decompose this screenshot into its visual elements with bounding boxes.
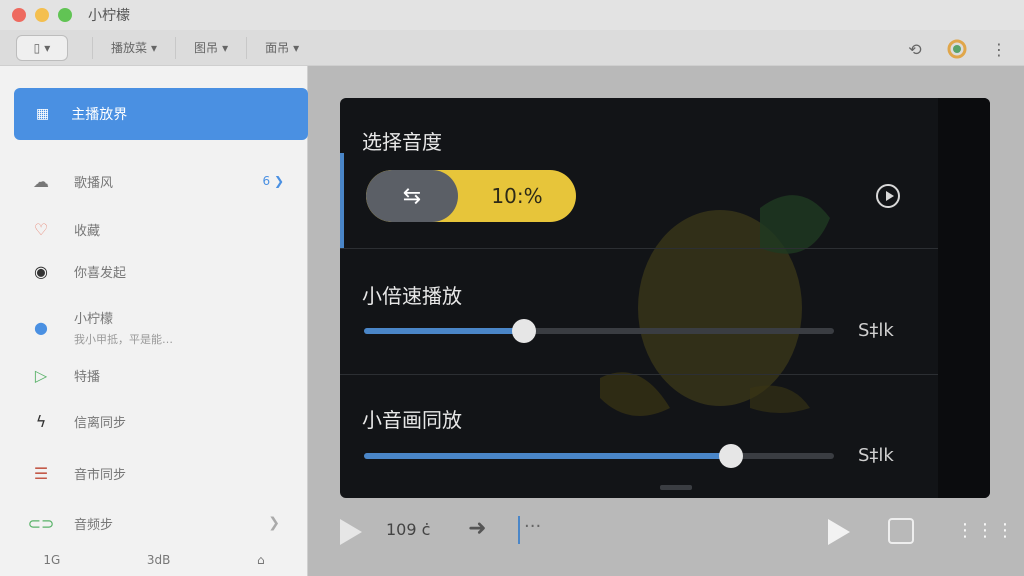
slider-thumb[interactable] bbox=[511, 319, 536, 343]
selection-indicator bbox=[340, 153, 344, 249]
sidebar-item-sync[interactable]: ϟ 信离同步 bbox=[30, 410, 290, 432]
play-next-icon[interactable] bbox=[828, 519, 850, 545]
chevron-down-icon: ▾ bbox=[293, 40, 300, 55]
sidebar-item-label: 音频步 bbox=[74, 517, 114, 533]
more-dots-icon[interactable]: ··· bbox=[524, 516, 541, 537]
panel-grip[interactable] bbox=[660, 485, 692, 490]
sidebar-item-label: 收藏 bbox=[74, 223, 101, 239]
menu-face[interactable]: 面吊 ▾ bbox=[246, 36, 317, 59]
divider bbox=[340, 248, 938, 249]
bolt-icon: ϟ bbox=[35, 411, 47, 431]
window-controls bbox=[12, 8, 72, 22]
chevron-right-icon: ❯ bbox=[268, 515, 280, 531]
slider-fill bbox=[364, 328, 524, 334]
app-title: 小柠檬 bbox=[88, 8, 130, 24]
home-dropdown[interactable]: ▯ ▾ bbox=[16, 34, 68, 61]
document-icon: ▯ bbox=[33, 40, 41, 55]
sidebar-item-songs[interactable]: ☁ 歌播风 6 ❯ bbox=[30, 170, 290, 192]
title-bar: 小柠檬 bbox=[0, 0, 1024, 30]
badge-count: 6 ❯ bbox=[262, 174, 284, 188]
menu-play[interactable]: 播放菜 ▾ bbox=[92, 36, 175, 59]
close-window-button[interactable] bbox=[12, 8, 26, 22]
slider-value: S‡lk bbox=[858, 445, 894, 466]
play-icon[interactable] bbox=[340, 519, 362, 545]
sidebar-item-lemon[interactable]: ● 小柠檬 我小甲抵，平是能… bbox=[30, 308, 290, 347]
slider-thumb[interactable] bbox=[718, 444, 743, 468]
heart-icon: ♡ bbox=[33, 219, 49, 239]
grid-icon[interactable]: ⋮⋮⋮ bbox=[956, 520, 1016, 541]
sidebar-item-liked[interactable]: ◉ 你喜发起 bbox=[30, 260, 290, 282]
menu-face-label: 面吊 bbox=[265, 41, 290, 55]
pitch-toggle[interactable]: ⇆ 10:% bbox=[366, 170, 576, 222]
share-icon[interactable]: ⟲ bbox=[902, 36, 928, 62]
settings-panel: 选择音度 ⇆ 10:% 小倍速播放 S‡lk 小音画同放 S‡lk bbox=[340, 98, 990, 498]
time-display: 109 ċ bbox=[386, 520, 431, 539]
sidebar-item-favorites[interactable]: ♡ 收藏 bbox=[30, 218, 290, 240]
footer-item[interactable]: 3dB bbox=[147, 553, 170, 567]
house-icon[interactable]: ⌂ bbox=[257, 553, 265, 567]
menu-image-label: 图吊 bbox=[194, 41, 219, 55]
record-icon: ◉ bbox=[34, 261, 48, 281]
menu-play-label: 播放菜 bbox=[111, 41, 148, 55]
menu-image[interactable]: 图吊 ▾ bbox=[175, 36, 246, 59]
color-wheel-icon[interactable] bbox=[944, 36, 970, 62]
sidebar-footer: 1G 3dB ⌂ bbox=[0, 544, 308, 576]
sidebar-item-audio[interactable]: ⊂⊃ 音频步 ❯ bbox=[27, 512, 290, 534]
minimize-window-button[interactable] bbox=[35, 8, 49, 22]
sidebar-item-label: 音市同步 bbox=[74, 467, 127, 483]
play-circle-icon[interactable] bbox=[876, 184, 900, 208]
sidebar-item-label: 信离同步 bbox=[74, 415, 127, 431]
footer-item[interactable]: 1G bbox=[43, 553, 60, 567]
sidebar-item-label: 特播 bbox=[74, 369, 101, 385]
section-title: 小音画同放 bbox=[362, 408, 462, 432]
divider bbox=[340, 374, 938, 375]
panel-scrollbar-track[interactable] bbox=[938, 98, 990, 498]
toolbar: ▯ ▾ 播放菜 ▾ 图吊 ▾ 面吊 ▾ ⟲ ⋮ bbox=[0, 30, 1024, 66]
zoom-window-button[interactable] bbox=[58, 8, 72, 22]
sidebar-item-label: 你喜发起 bbox=[74, 265, 127, 281]
screen-icon[interactable] bbox=[888, 518, 914, 544]
toolbar-right: ⟲ ⋮ bbox=[902, 36, 1012, 62]
triangle-icon: ▷ bbox=[34, 365, 48, 385]
toggle-icon: ⊂⊃ bbox=[27, 513, 55, 533]
sidebar-item-sub: 我小甲抵，平是能… bbox=[74, 333, 173, 346]
more-icon[interactable]: ⋮ bbox=[986, 36, 1012, 62]
section-title: 小倍速播放 bbox=[362, 284, 462, 308]
sidebar-item-label: 小柠檬 bbox=[74, 312, 114, 327]
chevron-down-icon: ▾ bbox=[222, 40, 229, 55]
sync-slider[interactable] bbox=[364, 444, 834, 468]
chevron-down-icon: ▾ bbox=[44, 40, 51, 55]
toggle-value: 10:% bbox=[491, 184, 543, 208]
sidebar-item-special[interactable]: ▷ 特播 bbox=[30, 364, 290, 386]
sidebar-item-main[interactable]: ▦ 主播放界 bbox=[14, 88, 308, 140]
list-icon: ☰ bbox=[33, 463, 49, 483]
forward-arrow-icon[interactable]: ➜ bbox=[468, 516, 486, 541]
slider-fill bbox=[364, 453, 731, 459]
slider-value: S‡lk bbox=[858, 320, 894, 341]
cloud-icon: ☁ bbox=[33, 171, 49, 191]
player-controls: 109 ċ ➜ ··· ⋮⋮⋮ bbox=[308, 506, 1024, 556]
home-icon: ▦ bbox=[36, 106, 50, 122]
speed-slider[interactable] bbox=[364, 319, 834, 343]
sidebar-item-music-sync[interactable]: ☰ 音市同步 bbox=[30, 462, 290, 484]
chevron-down-icon: ▾ bbox=[151, 40, 158, 55]
swap-icon: ⇆ bbox=[366, 170, 458, 222]
sidebar-item-label: 歌播风 bbox=[74, 175, 114, 191]
play-icon: ● bbox=[34, 318, 48, 337]
timeline-cursor[interactable] bbox=[518, 516, 520, 544]
sidebar-item-label: 主播放界 bbox=[71, 107, 128, 123]
sidebar: ▦ 主播放界 ☁ 歌播风 6 ❯ ♡ 收藏 ◉ 你喜发起 ● 小柠檬 我小甲抵，… bbox=[0, 66, 308, 576]
section-title: 选择音度 bbox=[362, 130, 442, 154]
